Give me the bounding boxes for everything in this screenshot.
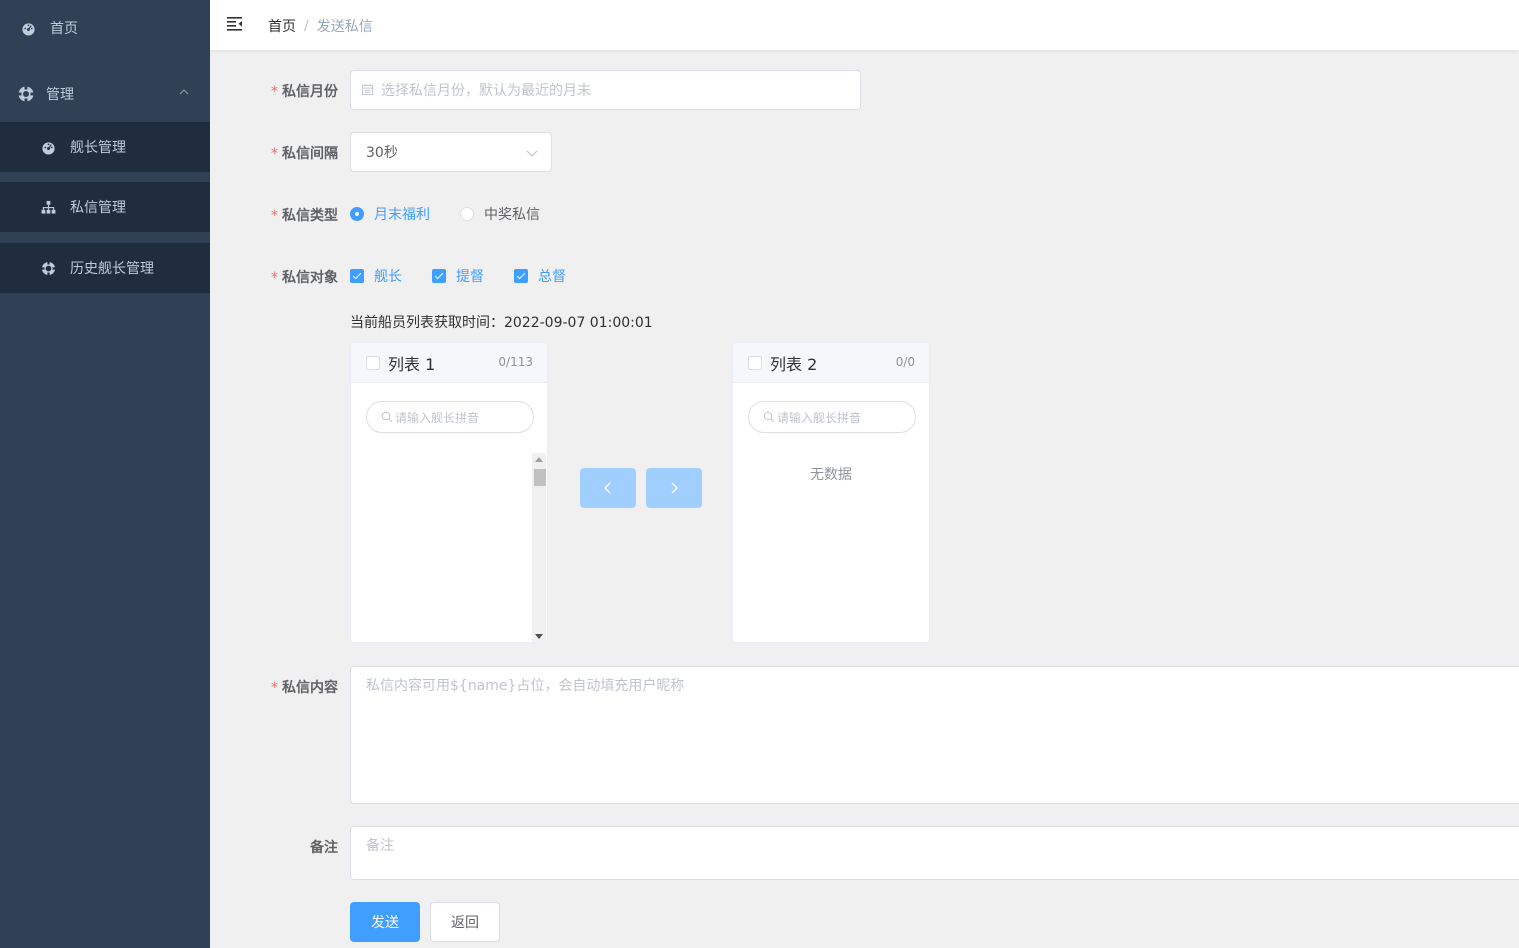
panel-search-input[interactable]: 请输入舰长拼音: [748, 401, 916, 433]
panel-header: 列表 2 0/0: [733, 343, 929, 383]
remark-textarea[interactable]: 备注: [350, 826, 1519, 880]
type-radio-group: 月末福利 中奖私信: [350, 204, 570, 224]
search-icon: [381, 411, 393, 423]
scrollbar[interactable]: [532, 453, 546, 642]
checkbox-captain[interactable]: 舰长: [350, 266, 402, 286]
select-all-checkbox[interactable]: [366, 355, 380, 370]
panel-count: 0/113: [498, 355, 533, 369]
breadcrumb-separator: /: [304, 18, 309, 34]
sidebar-item-label: 历史舰长管理: [70, 261, 154, 277]
chevron-left-icon: [604, 482, 611, 494]
panel-count: 0/0: [895, 355, 915, 369]
sidebar-item-message[interactable]: 私信管理: [0, 182, 210, 232]
sidebar-item-label: 首页: [50, 21, 78, 37]
transfer-panel-left: 列表 1 0/113 请输入舰长拼音: [350, 342, 548, 643]
checkbox-box: [514, 269, 528, 283]
sidebar-item-label: 管理: [46, 87, 74, 103]
sidebar-item-captain[interactable]: 舰长管理: [0, 122, 210, 172]
circle-icon: [18, 86, 34, 102]
radio-dot: [460, 207, 474, 221]
lifebuoy-icon: [40, 260, 56, 276]
scroll-thumb[interactable]: [534, 469, 546, 486]
scroll-down-arrow-icon[interactable]: [535, 634, 543, 639]
select-all-checkbox[interactable]: [748, 355, 762, 370]
sidebar-item-manage[interactable]: 管理: [0, 74, 210, 114]
back-button[interactable]: 返回: [430, 902, 500, 942]
scroll-up-arrow-icon[interactable]: [535, 457, 543, 462]
radio-dot: [350, 207, 364, 221]
calendar-icon: [361, 83, 375, 97]
content-textarea[interactable]: 私信内容可用${name}占位，会自动填充用户昵称: [350, 666, 1519, 804]
move-to-left-button[interactable]: [580, 468, 636, 508]
sidebar-item-home[interactable]: 首页: [0, 8, 210, 48]
interval-select[interactable]: 30秒: [350, 132, 552, 172]
breadcrumb: 首页 / 发送私信: [268, 16, 373, 36]
panel-title: 列表 2: [770, 354, 818, 374]
panel-title: 列表 1: [388, 354, 436, 374]
panel-search-input[interactable]: 请输入舰长拼音: [366, 401, 534, 433]
navbar: 首页 / 发送私信: [210, 0, 1519, 50]
checkbox-admiral[interactable]: 提督: [432, 266, 484, 286]
search-icon: [763, 411, 775, 423]
checkbox-box: [350, 269, 364, 283]
chevron-up-icon: [178, 86, 190, 98]
target-checkbox-group: 舰长 提督 总督: [350, 266, 596, 286]
content-placeholder: 私信内容可用${name}占位，会自动填充用户昵称: [366, 678, 685, 694]
sidebar-item-label: 私信管理: [70, 200, 126, 216]
menu-fold-icon[interactable]: [226, 15, 244, 33]
content-label: * 私信内容: [271, 680, 338, 696]
tree-icon: [40, 199, 56, 215]
dashboard-icon: [20, 20, 36, 36]
empty-text: 无数据: [810, 467, 852, 483]
breadcrumb-current: 发送私信: [316, 19, 373, 35]
sidebar-item-history-captain[interactable]: 历史舰长管理: [0, 243, 210, 293]
breadcrumb-home[interactable]: 首页: [268, 16, 296, 36]
checkbox-box: [432, 269, 446, 283]
chevron-down-icon: [525, 146, 539, 160]
move-to-right-button[interactable]: [646, 468, 702, 508]
remark-label: 备注: [310, 840, 338, 856]
sidebar: 首页 管理 舰长管理 私信管理 历史舰长管理: [0, 0, 210, 948]
type-label: * 私信类型: [271, 208, 338, 224]
chevron-right-icon: [671, 482, 678, 494]
radio-month-end[interactable]: 月末福利: [350, 204, 430, 224]
dashboard-icon: [40, 139, 56, 155]
month-placeholder: 选择私信月份，默认为最近的月末: [381, 83, 591, 99]
send-button[interactable]: 发送: [350, 902, 420, 942]
fetch-time-text: 当前船员列表获取时间：2022-09-07 01:00:01: [350, 315, 653, 331]
panel-header: 列表 1 0/113: [351, 343, 547, 383]
month-label: * 私信月份: [271, 84, 338, 100]
remark-placeholder: 备注: [366, 838, 394, 854]
radio-winner[interactable]: 中奖私信: [460, 204, 540, 224]
target-label: * 私信对象: [271, 270, 338, 286]
sidebar-item-label: 舰长管理: [70, 140, 126, 156]
search-placeholder: 请输入舰长拼音: [395, 410, 480, 425]
transfer-panel-right: 列表 2 0/0 请输入舰长拼音 无数据: [732, 342, 930, 643]
month-picker[interactable]: 选择私信月份，默认为最近的月末: [350, 70, 861, 110]
interval-label: * 私信间隔: [271, 146, 338, 162]
checkbox-governor[interactable]: 总督: [514, 266, 566, 286]
search-placeholder: 请输入舰长拼音: [777, 410, 862, 425]
interval-value: 30秒: [366, 145, 398, 161]
